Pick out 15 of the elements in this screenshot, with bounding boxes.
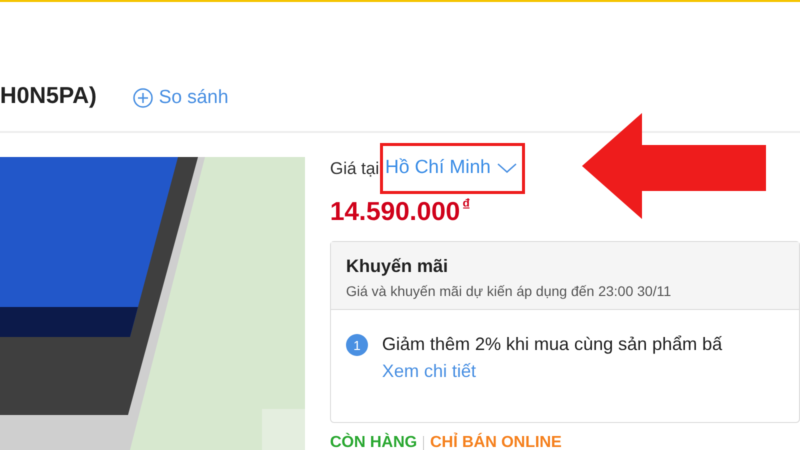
left-arrow-icon: [582, 113, 766, 219]
price-location-label: Giá tại: [330, 158, 380, 178]
number-badge: 1: [346, 334, 368, 356]
chevron-down-icon: [496, 162, 517, 174]
stock-status: CÒN HÀNG: [330, 434, 418, 450]
promotion-text: Giảm thêm 2% khi mua cùng sản phẩm bấ: [382, 334, 722, 355]
promotion-subtitle: Giá và khuyến mãi dự kiến áp dụng đến 23:00 30/11: [346, 283, 672, 299]
location-dropdown[interactable]: Hồ Chí Minh: [385, 157, 517, 179]
product-title: H0N5PA): [0, 82, 97, 109]
stock-status: CHỈ BÁN ONLINE: [430, 434, 562, 450]
promotion-title: Khuyến mãi: [346, 256, 450, 277]
details-link[interactable]: Xem chi tiết: [382, 361, 722, 382]
plus-circle-icon: [132, 88, 153, 108]
price: 14.590.000$^{₫}$: [330, 196, 472, 227]
compare-link[interactable]: So sánh: [132, 87, 228, 109]
